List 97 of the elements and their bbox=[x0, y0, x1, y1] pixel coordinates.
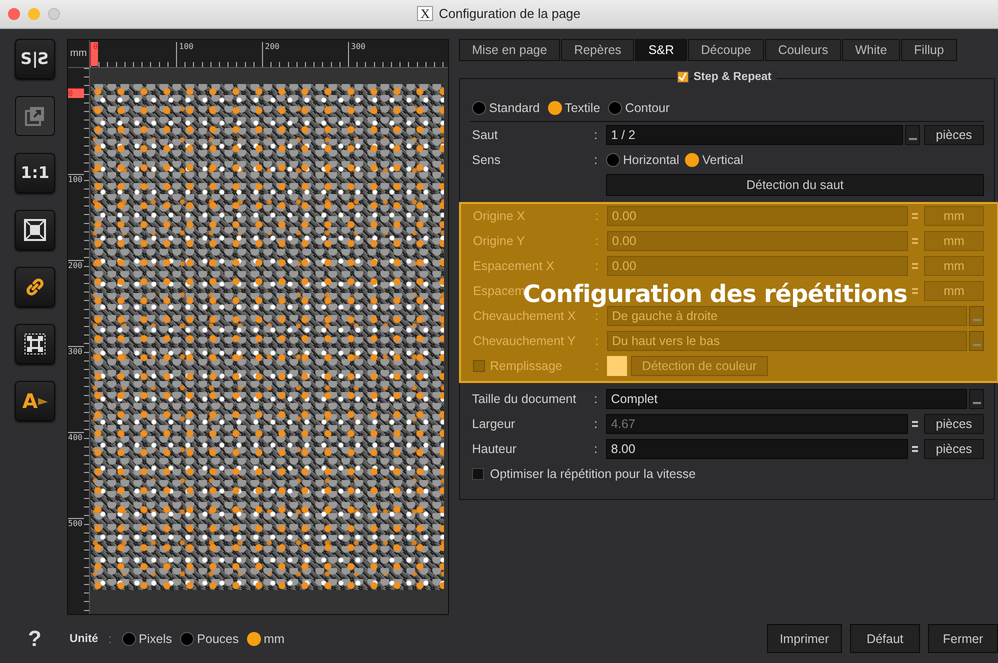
field-label: Espacem bbox=[473, 284, 526, 298]
field-label: Largeur bbox=[472, 417, 516, 432]
radio-button[interactable] bbox=[472, 100, 486, 115]
detect-button[interactable]: Détection du saut bbox=[606, 174, 984, 196]
link-button[interactable] bbox=[15, 266, 55, 307]
field-label: Chevauchement X bbox=[473, 309, 576, 324]
colon: : bbox=[595, 259, 598, 274]
frame-icon bbox=[24, 332, 46, 355]
colon: : bbox=[595, 359, 598, 374]
ruler-label: 400 bbox=[68, 432, 84, 442]
dialog-button[interactable]: Fermer bbox=[928, 624, 998, 654]
callout-title: Configuration des répétitions bbox=[523, 280, 908, 308]
radio-button[interactable] bbox=[608, 100, 622, 115]
ruler-label: 100 bbox=[176, 42, 194, 66]
zoom-button[interactable] bbox=[48, 8, 60, 20]
dropdown-icon[interactable] bbox=[905, 125, 920, 146]
mirror-button[interactable]: S|Ƨ bbox=[15, 38, 55, 79]
colon: : bbox=[594, 442, 598, 456]
dialog-button[interactable]: Défaut bbox=[850, 624, 920, 654]
text-layer-button[interactable]: A bbox=[15, 380, 55, 421]
window-title: Configuration de la page bbox=[438, 6, 581, 22]
field-label: Espacement X bbox=[473, 259, 554, 274]
ruler-label: 200 bbox=[262, 42, 280, 66]
ruler-label: 0 bbox=[90, 42, 98, 66]
checkbox[interactable] bbox=[472, 468, 484, 480]
colon: : bbox=[108, 632, 112, 646]
field-label: Saut bbox=[472, 128, 498, 142]
unit-label: Unité bbox=[69, 632, 98, 645]
radio-button[interactable] bbox=[246, 632, 261, 646]
radio-button[interactable] bbox=[180, 632, 194, 646]
link-icon bbox=[24, 276, 46, 298]
dialog-button[interactable]: Imprimer bbox=[766, 624, 842, 654]
colon: : bbox=[594, 153, 598, 168]
unit-label: pièces bbox=[924, 439, 984, 460]
field-label: Origine Y bbox=[473, 234, 525, 248]
radio-label: Standard bbox=[489, 100, 540, 115]
radio-button[interactable] bbox=[122, 632, 136, 646]
app-icon: X bbox=[417, 6, 433, 22]
help-button[interactable]: ? bbox=[28, 626, 42, 652]
field-label: Sens bbox=[472, 153, 500, 168]
colon: : bbox=[595, 334, 598, 348]
radio-label: Textile bbox=[564, 100, 600, 115]
unit-label: mm bbox=[924, 231, 984, 252]
unit-label: mm bbox=[924, 256, 984, 276]
frame-button[interactable] bbox=[15, 324, 55, 364]
radio-label: Horizontal bbox=[623, 153, 680, 168]
ruler-unit: mm bbox=[68, 40, 90, 68]
radio-button[interactable] bbox=[685, 153, 700, 168]
field-label: Hauteur bbox=[472, 442, 516, 456]
tab[interactable]: White bbox=[842, 38, 900, 61]
radio-button[interactable] bbox=[548, 100, 562, 115]
tab[interactable]: Mise en page bbox=[459, 38, 560, 61]
colon: : bbox=[595, 234, 598, 248]
field-label: Chevauchement Y bbox=[473, 334, 576, 348]
field-label: Taille du document bbox=[472, 392, 576, 406]
colon: : bbox=[594, 392, 598, 406]
triangle-icon bbox=[38, 396, 48, 406]
ruler-label: 300 bbox=[68, 346, 84, 356]
tab[interactable]: Fillup bbox=[901, 38, 957, 61]
group-title: Step & Repeat bbox=[694, 70, 778, 83]
number-field[interactable]: 4.67 bbox=[606, 414, 908, 434]
number-field[interactable]: 8.00 bbox=[606, 439, 908, 460]
checkbox[interactable] bbox=[676, 70, 689, 83]
ruler-label: 500 bbox=[68, 518, 84, 528]
fit-page-icon bbox=[24, 218, 46, 241]
export-icon bbox=[25, 106, 45, 126]
colon: : bbox=[594, 128, 598, 142]
ruler-label: 100 bbox=[68, 174, 84, 184]
colon: : bbox=[595, 209, 598, 224]
unit-label: mm bbox=[924, 206, 984, 226]
jump-field[interactable]: 1 / 2 bbox=[606, 125, 903, 146]
radio-label: Pouces bbox=[197, 632, 239, 646]
ruler-label: 200 bbox=[68, 260, 84, 270]
actual-size-button[interactable]: 1:1 bbox=[15, 152, 55, 193]
tab[interactable]: Repères bbox=[561, 38, 634, 61]
colon: : bbox=[594, 417, 598, 432]
radio-button[interactable] bbox=[606, 153, 620, 168]
dropdown-icon[interactable] bbox=[969, 389, 984, 410]
ruler-label: 0 bbox=[68, 88, 84, 98]
field-label: Origine X bbox=[473, 209, 526, 224]
tab[interactable]: Couleurs bbox=[765, 38, 842, 61]
unit-label: pièces bbox=[924, 125, 984, 146]
radio-label: Contour bbox=[625, 100, 670, 115]
colon: : bbox=[595, 309, 598, 324]
unit-label: mm bbox=[924, 281, 984, 302]
radio-label: Vertical bbox=[702, 153, 744, 168]
select-field[interactable]: Complet bbox=[606, 389, 967, 410]
ruler-label: 300 bbox=[348, 42, 366, 66]
tab[interactable]: Découpe bbox=[688, 38, 764, 61]
radio-label: mm bbox=[264, 632, 285, 646]
tab[interactable]: S&R bbox=[635, 38, 688, 61]
unit-label: pièces bbox=[924, 414, 984, 434]
checkbox-label: Optimiser la répétition pour la vitesse bbox=[490, 467, 696, 482]
close-button[interactable] bbox=[8, 8, 20, 20]
radio-label: Pixels bbox=[138, 632, 172, 646]
fit-page-button[interactable] bbox=[15, 210, 55, 250]
field-label: Remplissage bbox=[490, 359, 562, 374]
